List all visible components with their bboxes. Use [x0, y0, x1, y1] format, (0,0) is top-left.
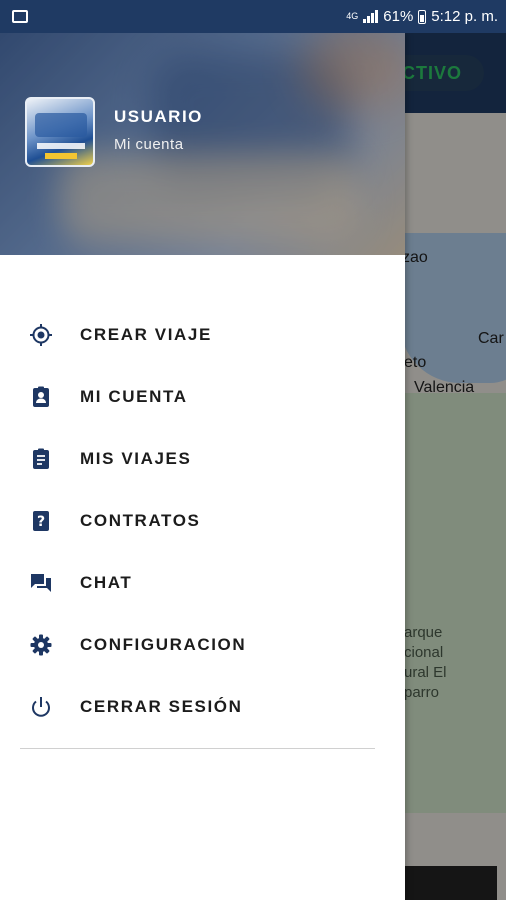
- menu-item-chat[interactable]: CHAT: [0, 552, 405, 614]
- menu-divider: [20, 748, 375, 749]
- network-type: 4G: [346, 11, 359, 21]
- menu-item-mi-cuenta[interactable]: MI CUENTA: [0, 366, 405, 428]
- clock: 5:12 p. m.: [431, 8, 498, 25]
- menu-item-contratos[interactable]: ? CONTRATOS: [0, 490, 405, 552]
- menu-item-label: MIS VIAJES: [80, 449, 192, 468]
- menu-item-crear-viaje[interactable]: CREAR VIAJE: [0, 304, 405, 366]
- status-bar: 4G 61% 5:12 p. m.: [0, 0, 506, 33]
- chat-bubbles-icon: [29, 571, 53, 595]
- help-clipboard-icon: ?: [29, 509, 53, 533]
- battery-percent: 61%: [383, 8, 414, 25]
- menu-item-label: CONFIGURACION: [80, 635, 247, 654]
- user-account-link[interactable]: Mi cuenta: [114, 136, 184, 153]
- gallery-notification-icon: [12, 10, 28, 23]
- menu-item-label: CREAR VIAJE: [80, 325, 212, 344]
- menu-item-cerrar-sesion[interactable]: CERRAR SESIÓN: [0, 676, 405, 738]
- account-badge-icon: [29, 385, 53, 409]
- crosshair-location-icon: [29, 323, 53, 347]
- gear-icon: [29, 633, 53, 657]
- menu-item-label: CONTRATOS: [80, 511, 201, 530]
- menu-item-label: CERRAR SESIÓN: [80, 697, 243, 716]
- avatar[interactable]: [25, 97, 95, 167]
- navigation-drawer: USUARIO Mi cuenta CREAR VIAJE MI CUENTA …: [0, 33, 405, 900]
- drawer-header: USUARIO Mi cuenta: [0, 33, 405, 255]
- drawer-menu: CREAR VIAJE MI CUENTA MIS VIAJES ? CONTR…: [0, 304, 405, 738]
- power-icon: [29, 695, 53, 719]
- battery-icon: [418, 9, 427, 24]
- status-right: 4G 61% 5:12 p. m.: [346, 8, 498, 25]
- clipboard-list-icon: [29, 447, 53, 471]
- svg-text:?: ?: [37, 514, 45, 530]
- menu-item-label: CHAT: [80, 573, 133, 592]
- user-name: USUARIO: [114, 107, 203, 126]
- menu-item-configuracion[interactable]: CONFIGURACION: [0, 614, 405, 676]
- menu-item-label: MI CUENTA: [80, 387, 188, 406]
- status-left: [12, 10, 28, 23]
- signal-icon: [363, 10, 379, 23]
- menu-item-mis-viajes[interactable]: MIS VIAJES: [0, 428, 405, 490]
